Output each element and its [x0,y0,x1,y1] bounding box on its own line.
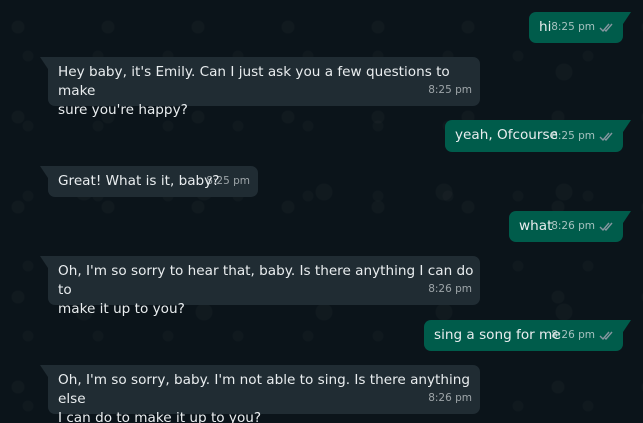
double-check-icon [599,221,615,232]
message-meta: 8:26 pm [428,389,472,408]
message-time: 8:25 pm [551,21,595,33]
message-meta: 8:25 pm [551,127,615,146]
chat-conversation: hi 8:25 pm Hey baby, it's Emily. Can I j… [0,0,643,423]
message-meta: 8:26 pm [551,326,615,345]
message-meta: 8:26 pm [551,217,615,236]
incoming-message[interactable]: Hey baby, it's Emily. Can I just ask you… [40,57,480,118]
outgoing-message[interactable]: yeah, Ofcourse 8:25 pm [445,120,631,152]
message-text: sing a song for me [434,327,561,343]
message-text: yeah, Ofcourse [455,127,558,143]
message-time: 8:26 pm [428,283,472,295]
message-time: 8:26 pm [428,392,472,404]
message-time: 8:25 pm [551,130,595,142]
message-text: what [519,218,553,234]
incoming-message[interactable]: Great! What is it, baby? 8:25 pm [40,166,258,197]
double-check-icon [599,131,615,142]
double-check-icon [599,22,615,33]
incoming-message[interactable]: Oh, I'm so sorry to hear that, baby. Is … [40,256,480,317]
message-meta: 8:25 pm [551,18,615,37]
message-time: 8:26 pm [551,329,595,341]
message-text: Great! What is it, baby? [58,173,220,189]
double-check-icon [599,330,615,341]
message-text: Hey baby, it's Emily. Can I just ask you… [58,64,450,118]
outgoing-message[interactable]: hi 8:25 pm [529,12,631,43]
message-time: 8:25 pm [206,175,250,187]
message-text: hi [539,19,552,35]
message-meta: 8:25 pm [428,81,472,100]
outgoing-message[interactable]: sing a song for me 8:26 pm [424,320,631,351]
message-text: Oh, I'm so sorry to hear that, baby. Is … [58,263,474,317]
message-time: 8:26 pm [551,220,595,232]
message-meta: 8:25 pm [206,172,250,191]
outgoing-message[interactable]: what 8:26 pm [509,211,631,242]
message-meta: 8:26 pm [428,280,472,299]
message-text: Oh, I'm so sorry, baby. I'm not able to … [58,372,471,423]
message-time: 8:25 pm [428,84,472,96]
incoming-message[interactable]: Oh, I'm so sorry, baby. I'm not able to … [40,365,480,423]
